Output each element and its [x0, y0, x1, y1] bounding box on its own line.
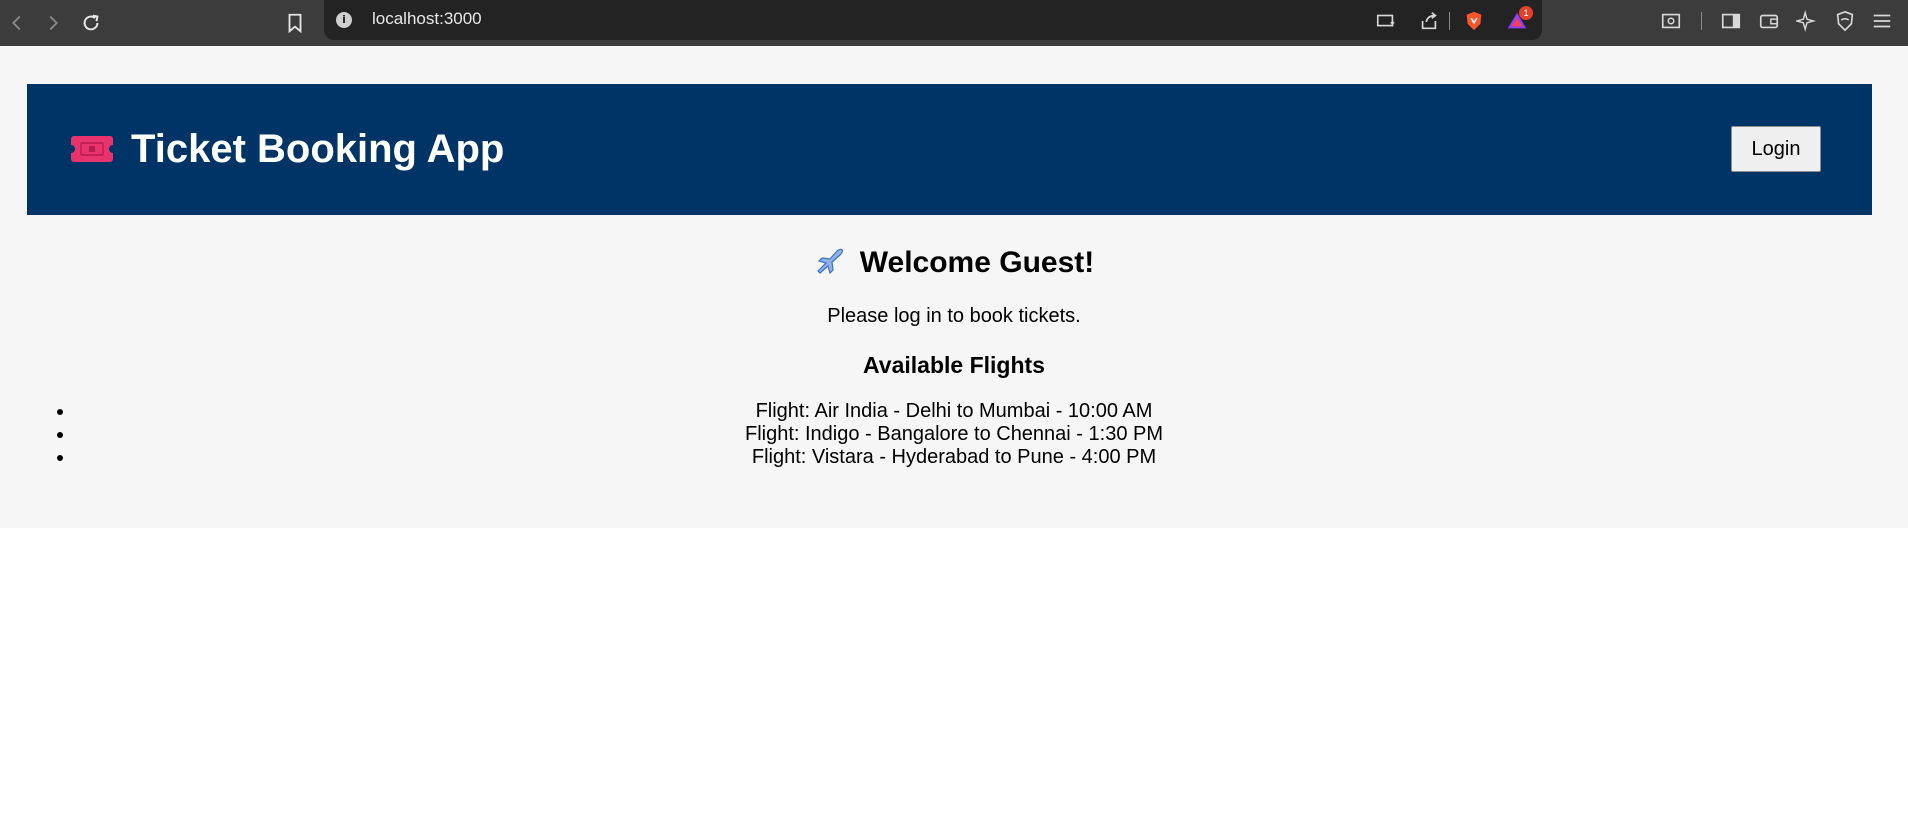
leo-ai-icon[interactable]	[1795, 9, 1819, 33]
share-icon[interactable]	[1417, 9, 1441, 33]
flights-heading: Available Flights	[863, 352, 1045, 378]
bookmark-button[interactable]	[280, 8, 310, 38]
back-button[interactable]	[2, 8, 32, 38]
cast-icon[interactable]	[1374, 9, 1398, 33]
browser-toolbar: i localhost:3000 1	[0, 0, 1908, 46]
toolbar-divider	[1701, 12, 1702, 30]
welcome-heading: Welcome Guest!	[0, 244, 1908, 280]
login-prompt-text: Please log in to book tickets.	[827, 305, 1081, 327]
reload-button[interactable]	[76, 8, 106, 38]
airplane-icon	[816, 248, 843, 275]
toolbar-divider	[1449, 12, 1450, 30]
forward-button[interactable]	[38, 8, 68, 38]
flight-text: Flight: Indigo - Bangalore to Chennai - …	[744, 423, 1164, 445]
sidebar-icon[interactable]	[1719, 9, 1743, 33]
list-item: Flight: Air India - Delhi to Mumbai - 10…	[0, 400, 1868, 423]
ticket-icon	[71, 136, 113, 162]
brave-shields-icon[interactable]	[1462, 9, 1486, 33]
flight-text: Flight: Vistara - Hyderabad to Pune - 4:…	[751, 446, 1157, 468]
bookmark-icon	[288, 13, 302, 34]
page-content: Ticket Booking App Login Welcome Guest! …	[0, 46, 1908, 528]
welcome-text: Welcome Guest!	[859, 246, 1095, 279]
bullet-icon	[57, 432, 63, 438]
list-item: Flight: Indigo - Bangalore to Chennai - …	[0, 423, 1868, 446]
url-text[interactable]: localhost:3000	[372, 9, 482, 29]
wallet-icon[interactable]	[1757, 9, 1781, 33]
tab-search-icon[interactable]	[1659, 9, 1683, 33]
app-header: Ticket Booking App Login	[27, 84, 1872, 215]
address-bar[interactable]: i localhost:3000	[324, 0, 1542, 40]
bullet-icon	[57, 409, 63, 415]
bullet-icon	[57, 455, 63, 461]
reload-icon	[83, 14, 99, 31]
menu-icon[interactable]	[1870, 9, 1894, 33]
site-info-icon[interactable]: i	[336, 12, 352, 28]
app-title: Ticket Booking App	[131, 127, 505, 171]
list-item: Flight: Vistara - Hyderabad to Pune - 4:…	[0, 446, 1868, 469]
forward-arrow-icon	[49, 15, 58, 31]
vpn-icon[interactable]	[1833, 9, 1857, 33]
back-arrow-icon	[12, 15, 21, 31]
notification-badge: 1	[1519, 6, 1533, 20]
flight-text: Flight: Air India - Delhi to Mumbai - 10…	[755, 400, 1153, 422]
flight-list: Flight: Air India - Delhi to Mumbai - 10…	[0, 400, 1908, 469]
login-button[interactable]: Login	[1731, 126, 1821, 172]
